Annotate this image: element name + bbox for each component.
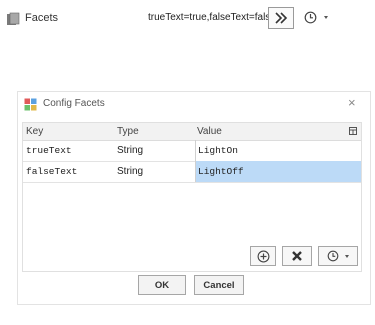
facets-property-row: Facets trueText=true,falseText=false — [0, 0, 375, 38]
table-header: Key Type Value — [23, 123, 361, 141]
type-cell: String — [117, 166, 144, 177]
column-header-value[interactable]: Value — [197, 126, 222, 137]
dialog-title: Config Facets — [43, 98, 105, 109]
chevron-down-icon[interactable] — [324, 16, 328, 19]
add-circle-icon — [257, 250, 269, 262]
clock-icon — [327, 250, 339, 262]
column-header-type[interactable]: Type — [117, 126, 139, 137]
table-row[interactable]: trueText String LightOn — [23, 140, 361, 162]
facets-value-text: trueText=true,falseText=false — [148, 12, 276, 23]
type-cell: String — [117, 145, 144, 156]
config-facets-icon — [24, 98, 37, 111]
value-text: LightOff — [198, 166, 244, 177]
facets-icon — [7, 12, 20, 25]
cancel-button[interactable]: Cancel — [194, 275, 244, 295]
key-cell: falseText — [26, 166, 78, 177]
add-row-button[interactable] — [250, 246, 276, 266]
expand-facets-button[interactable] — [268, 7, 294, 29]
delete-row-button[interactable] — [282, 246, 312, 266]
table-row[interactable]: falseText String LightOff — [23, 161, 361, 183]
chevron-down-icon — [345, 254, 349, 258]
key-cell: trueText — [26, 145, 72, 156]
value-text: LightOn — [198, 145, 238, 156]
dialog-titlebar: Config Facets × — [18, 92, 370, 118]
config-facets-dialog: Config Facets × Key Type Value trueText … — [18, 92, 370, 304]
column-chooser-icon[interactable] — [349, 127, 357, 135]
history-dropdown-button[interactable] — [318, 246, 358, 266]
delete-x-icon — [292, 251, 302, 261]
value-cell[interactable]: LightOn — [195, 140, 361, 161]
double-chevron-right-icon — [275, 12, 288, 24]
column-header-key[interactable]: Key — [26, 126, 43, 137]
ok-button[interactable]: OK — [138, 275, 186, 295]
clock-icon[interactable] — [304, 11, 317, 24]
close-icon[interactable]: × — [348, 95, 356, 111]
facets-label: Facets — [25, 12, 59, 24]
value-cell-selected[interactable]: LightOff — [195, 161, 361, 182]
